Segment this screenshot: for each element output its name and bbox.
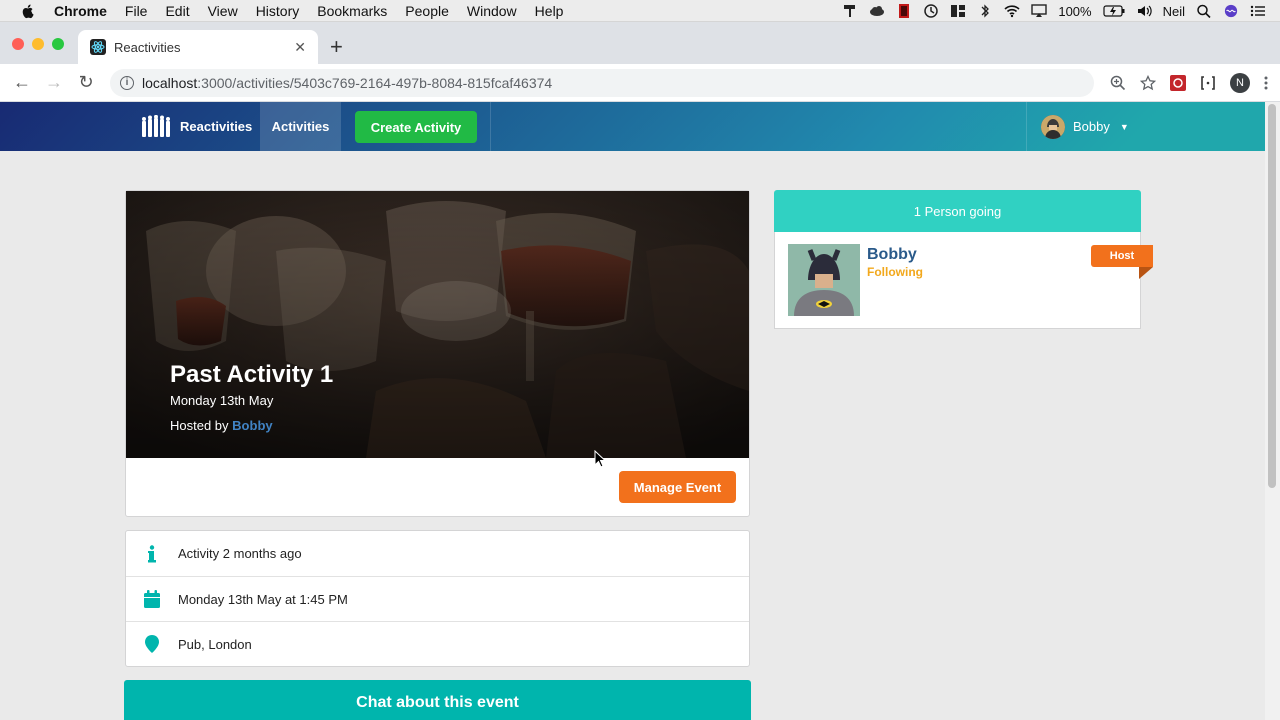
maximize-window-button[interactable]: [52, 38, 64, 50]
address-bar[interactable]: i localhost:3000/activities/5403c769-216…: [110, 69, 1094, 97]
host-name-link[interactable]: Bobby: [232, 418, 272, 433]
spotlight-search-icon[interactable]: [1196, 4, 1212, 18]
host-badge: Host: [1091, 245, 1153, 267]
create-activity-button[interactable]: Create Activity: [355, 111, 477, 143]
menu-window[interactable]: Window: [467, 3, 517, 19]
nav-divider: [490, 102, 491, 151]
info-row-text: Pub, London: [178, 636, 252, 652]
menu-bookmarks[interactable]: Bookmarks: [317, 3, 387, 19]
menu-app-name[interactable]: Chrome: [54, 3, 107, 19]
attendees-list: Bobby Following: [774, 232, 1141, 329]
nav-activities-link[interactable]: Activities: [260, 102, 341, 151]
forward-arrow-icon[interactable]: →: [38, 72, 70, 93]
minimize-window-button[interactable]: [32, 38, 44, 50]
window-manager-icon[interactable]: [950, 4, 966, 18]
menu-view[interactable]: View: [208, 3, 238, 19]
battery-percent: 100%: [1058, 3, 1092, 19]
attendee-name[interactable]: Bobby: [867, 246, 917, 264]
siri-icon[interactable]: [1223, 4, 1239, 18]
chat-about-event-header: Chat about this event: [124, 680, 751, 720]
browser-toolbar: ← → ↻ i localhost:3000/activities/5403c7…: [0, 64, 1280, 102]
menu-bar-tray: 100% Neil: [842, 0, 1266, 22]
browser-tab-reactivities[interactable]: Reactivities ✕: [78, 30, 318, 64]
dropdown-caret-icon: ▼: [1119, 121, 1129, 132]
bookmark-star-icon[interactable]: [1140, 75, 1156, 91]
bluetooth-icon[interactable]: [977, 4, 993, 18]
host-badge-fold: [1139, 267, 1153, 279]
menu-file[interactable]: File: [125, 3, 148, 19]
info-row-date: Monday 13th May at 1:45 PM: [126, 576, 749, 621]
wifi-icon[interactable]: [1004, 4, 1020, 18]
profile-avatar[interactable]: N: [1230, 73, 1250, 93]
apple-logo-icon[interactable]: [20, 3, 36, 19]
attendee-following-status: Following: [867, 265, 923, 279]
chrome-menu-icon[interactable]: [1264, 75, 1268, 91]
info-row-description: Activity 2 months ago: [126, 531, 749, 576]
user-menu-dropdown[interactable]: Bobby ▼: [1026, 102, 1129, 151]
back-arrow-icon[interactable]: ←: [6, 72, 38, 93]
info-row-text: Activity 2 months ago: [178, 546, 302, 561]
extension-red-icon[interactable]: [1170, 75, 1186, 91]
info-row-location: Pub, London: [126, 621, 749, 666]
new-tab-button[interactable]: +: [330, 36, 343, 58]
manage-event-button[interactable]: Manage Event: [619, 471, 736, 503]
activity-header-card: Past Activity 1 Monday 13th May Hosted b…: [125, 190, 750, 517]
calendar-icon: [126, 590, 178, 608]
url-path: :3000/activities/5403c769-2164-497b-8084…: [197, 75, 553, 91]
site-info-icon[interactable]: i: [120, 76, 134, 90]
url-host: localhost: [142, 75, 198, 91]
react-favicon-icon: [90, 39, 106, 55]
menu-people[interactable]: People: [405, 3, 449, 19]
mouse-cursor-icon: [594, 450, 606, 468]
close-tab-icon[interactable]: ✕: [294, 39, 306, 56]
info-row-text: Monday 13th May at 1:45 PM: [178, 591, 348, 607]
macos-menu-bar: Chrome File Edit View History Bookmarks …: [0, 0, 1280, 22]
brand-name: Reactivities: [180, 119, 253, 134]
attendees-header: 1 Person going: [774, 190, 1141, 232]
film-recorder-icon[interactable]: [896, 4, 912, 18]
nav-username: Bobby: [1073, 119, 1110, 134]
brand-link[interactable]: Reactivities: [140, 102, 266, 151]
menu-help[interactable]: Help: [535, 3, 564, 19]
menu-history[interactable]: History: [256, 3, 300, 19]
airplay-icon[interactable]: [1031, 4, 1048, 18]
battery-icon[interactable]: [1102, 4, 1125, 18]
scrollbar-thumb[interactable]: [1268, 104, 1276, 488]
cloud-icon[interactable]: [869, 4, 885, 18]
map-marker-icon: [126, 635, 178, 653]
time-machine-icon[interactable]: [923, 4, 939, 18]
volume-icon[interactable]: [1136, 4, 1152, 18]
activity-date: Monday 13th May: [170, 393, 274, 408]
menu-bar-username[interactable]: Neil: [1163, 4, 1185, 19]
zoom-icon[interactable]: [1110, 75, 1126, 91]
page-scrollbar[interactable]: [1265, 102, 1280, 720]
hero-text-block: Past Activity 1 Monday 13th May Hosted b…: [170, 361, 333, 433]
user-avatar: [1041, 114, 1065, 139]
browser-tab-strip: Reactivities ✕ +: [0, 22, 1280, 64]
hosted-by-label: Hosted by: [170, 418, 229, 433]
reload-icon[interactable]: ↻: [70, 72, 102, 93]
tab-title: Reactivities: [114, 39, 181, 55]
menu-edit[interactable]: Edit: [165, 3, 189, 19]
activity-title: Past Activity 1: [170, 361, 334, 388]
close-window-button[interactable]: [12, 38, 24, 50]
notification-center-icon[interactable]: [1250, 4, 1266, 18]
paint-roller-icon[interactable]: [842, 4, 858, 18]
activity-info-card: Activity 2 months ago Monday 13th May at…: [125, 530, 750, 667]
toolbar-actions: N: [1110, 64, 1268, 102]
logo-icon: [142, 114, 170, 137]
hosted-by-line: Hosted by Bobby: [170, 418, 333, 433]
app-navbar: Reactivities Activities Create Activity …: [0, 102, 1265, 151]
attendee-avatar: [788, 244, 860, 316]
extension-json-icon[interactable]: [1200, 75, 1216, 91]
activity-hero-image: Past Activity 1 Monday 13th May Hosted b…: [126, 191, 749, 458]
window-controls: [12, 38, 64, 50]
info-icon: [126, 544, 178, 563]
